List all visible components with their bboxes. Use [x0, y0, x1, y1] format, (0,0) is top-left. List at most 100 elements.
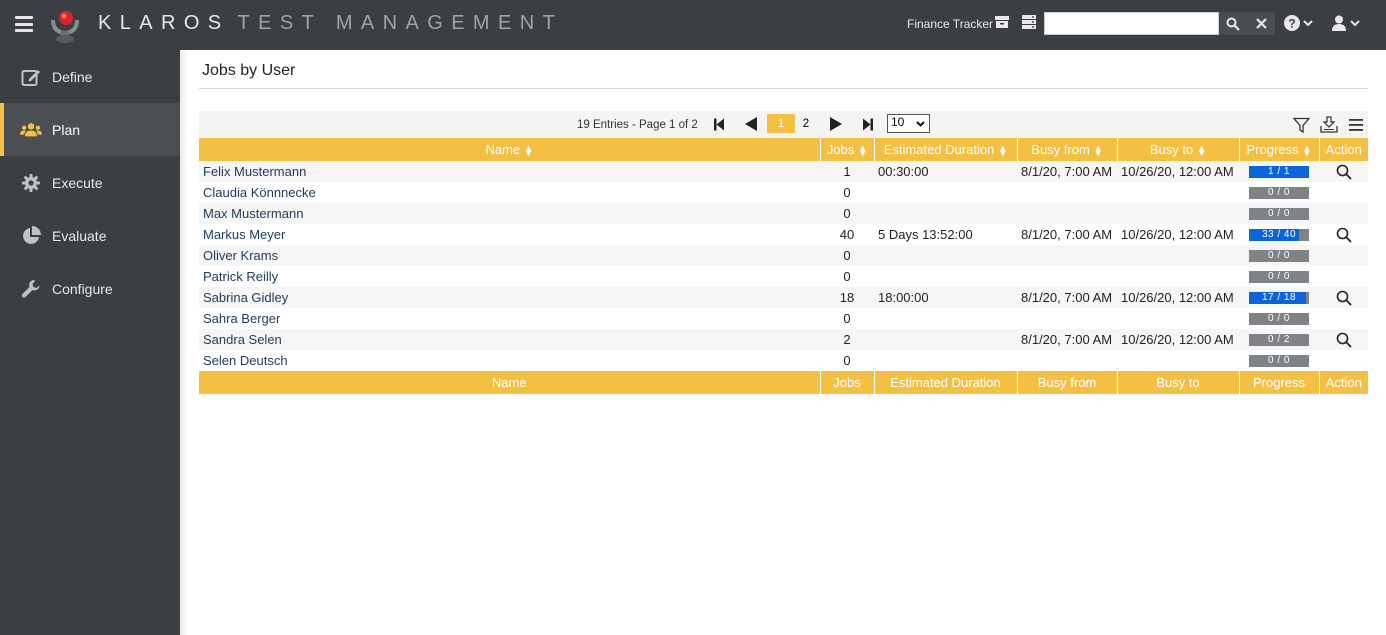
user-link[interactable]: Felix Mustermann — [203, 164, 306, 179]
progress-label: 0 / 0 — [1268, 186, 1290, 198]
page-size-select[interactable]: 10 — [887, 114, 930, 133]
user-link[interactable]: Sabrina Gidley — [203, 290, 288, 305]
cell-busy-from — [1017, 182, 1117, 203]
column-header-progress[interactable]: Progress ▲ ▼ — [1238, 138, 1319, 161]
user-link[interactable]: Claudia Könnnecke — [203, 185, 316, 200]
view-details-icon[interactable] — [1336, 332, 1352, 348]
brand-title: KLAROS TEST MANAGEMENT — [98, 12, 563, 35]
progress-bar: 17 / 18 — [1249, 291, 1309, 304]
progress-bar: 0 / 0 — [1249, 207, 1309, 220]
sort-icon: ▲ ▼ — [1197, 142, 1207, 158]
pie-chart-icon — [20, 225, 42, 247]
cell-jobs: 2 — [820, 329, 874, 350]
cell-busy-to — [1117, 182, 1239, 203]
cell-busy-from — [1017, 350, 1117, 371]
user-link[interactable]: Sandra Selen — [203, 332, 282, 347]
cell-busy-from: 8/1/20, 7:00 AM — [1017, 161, 1117, 182]
progress-label: 33 / 40 — [1261, 228, 1297, 240]
cell-busy-to: 10/26/20, 12:00 AM — [1121, 227, 1234, 242]
cell-jobs: 0 — [843, 311, 851, 326]
page-1-button[interactable]: 1 — [767, 114, 795, 133]
sidebar-item-evaluate[interactable]: Evaluate — [0, 209, 180, 262]
progress-label: 17 / 18 — [1261, 291, 1297, 303]
user-link[interactable]: Selen Deutsch — [203, 353, 288, 368]
cell-progress: 1 / 1 — [1239, 161, 1319, 182]
cell-busy-to: 10/26/20, 12:00 AM — [1117, 329, 1239, 350]
sidebar-item-configure[interactable]: Configure — [0, 262, 180, 315]
user-link[interactable]: Markus Meyer — [203, 227, 285, 242]
archive-icon[interactable] — [995, 15, 1011, 31]
search-button[interactable] — [1219, 12, 1247, 35]
last-page-icon — [863, 118, 873, 130]
view-details-icon[interactable] — [1336, 227, 1352, 243]
last-page-button[interactable] — [860, 116, 876, 132]
sidebar-item-label: Define — [52, 68, 93, 85]
sidebar-item-plan[interactable]: Plan — [0, 103, 180, 156]
column-menu-button[interactable] — [1347, 116, 1365, 134]
progress-label: 1 / 1 — [1268, 165, 1290, 177]
export-button[interactable] — [1320, 116, 1338, 134]
first-page-button[interactable] — [711, 116, 727, 132]
cell-busy-to: 10/26/20, 12:00 AM — [1117, 161, 1239, 182]
top-bar: KLAROS TEST MANAGEMENT Finance Tracker ? — [0, 0, 1386, 50]
sidebar-item-define[interactable]: Define — [0, 50, 180, 103]
project-name[interactable]: Finance Tracker — [907, 17, 993, 31]
progress-label: 0 / 0 — [1268, 312, 1290, 324]
users-icon — [20, 119, 42, 141]
next-page-button[interactable] — [828, 116, 844, 132]
cell-estimated-duration — [874, 308, 1017, 329]
cell-name: Selen Deutsch — [199, 350, 820, 371]
jobs-by-user-table: Name ▲ ▼ Jobs ▲ ▼ Estimated Duration ▲ ▼ Busy … — [199, 138, 1368, 394]
progress-bar: 0 / 0 — [1249, 270, 1309, 283]
sort-icon: ▲ ▼ — [998, 142, 1008, 158]
sort-icon: ▲ ▼ — [1302, 142, 1312, 158]
sort-icon: ▲ ▼ — [524, 142, 534, 158]
column-header-busy-from[interactable]: Busy from ▲ ▼ — [1016, 138, 1117, 161]
user-link[interactable]: Oliver Krams — [203, 248, 278, 263]
view-details-icon[interactable] — [1336, 290, 1352, 306]
menu-toggle-icon[interactable] — [15, 16, 33, 32]
sort-icon: ▲ ▼ — [1093, 142, 1103, 158]
cell-jobs: 0 — [820, 245, 874, 266]
cell-progress: 33 / 40 — [1239, 224, 1319, 245]
cell-jobs: 0 — [843, 269, 851, 284]
cell-name: Claudia Könnnecke — [199, 182, 820, 203]
view-details-icon[interactable] — [1336, 164, 1352, 180]
user-link[interactable]: Max Mustermann — [203, 206, 303, 221]
cell-action — [1319, 245, 1368, 266]
footer-action: Action — [1318, 371, 1368, 394]
help-menu[interactable]: ? — [1284, 13, 1313, 33]
footer-busy-to: Busy to — [1116, 371, 1239, 394]
cell-action — [1319, 308, 1368, 329]
cell-action — [1319, 224, 1368, 245]
progress-label: 0 / 0 — [1268, 207, 1290, 219]
user-link[interactable]: Sahra Berger — [203, 311, 280, 326]
sidebar-item-label: Configure — [52, 280, 113, 297]
cell-progress: 0 / 0 — [1239, 308, 1319, 329]
column-header-jobs[interactable]: Jobs ▲ ▼ — [819, 138, 874, 161]
sidebar: Define Plan Execute Evaluate Configure — [0, 50, 180, 635]
cell-progress: 0 / 2 — [1239, 329, 1319, 350]
filter-button[interactable] — [1292, 116, 1310, 134]
clear-search-button[interactable] — [1247, 12, 1275, 35]
svg-text:?: ? — [1288, 17, 1295, 31]
cell-action — [1319, 287, 1368, 308]
column-header-busy-to[interactable]: Busy to ▲ ▼ — [1116, 138, 1239, 161]
column-header-name[interactable]: Name ▲ ▼ — [199, 138, 820, 161]
cell-busy-from: 8/1/20, 7:00 AM — [1017, 287, 1117, 308]
column-header-estimated-duration[interactable]: Estimated Duration ▲ ▼ — [873, 138, 1017, 161]
cell-busy-to — [1117, 350, 1239, 371]
search-input[interactable] — [1044, 12, 1219, 35]
server-icon[interactable] — [1022, 15, 1038, 31]
cell-action — [1319, 161, 1368, 182]
cell-name: Markus Meyer — [199, 224, 820, 245]
user-menu[interactable] — [1331, 13, 1360, 33]
progress-bar: 0 / 0 — [1249, 354, 1309, 367]
previous-page-button[interactable] — [743, 116, 759, 132]
sidebar-item-execute[interactable]: Execute — [0, 156, 180, 209]
title-divider — [199, 88, 1368, 89]
cell-estimated-duration — [874, 245, 1017, 266]
page-2-button[interactable]: 2 — [800, 114, 812, 133]
user-link[interactable]: Patrick Reilly — [203, 269, 278, 284]
cell-jobs: 0 — [843, 353, 851, 368]
